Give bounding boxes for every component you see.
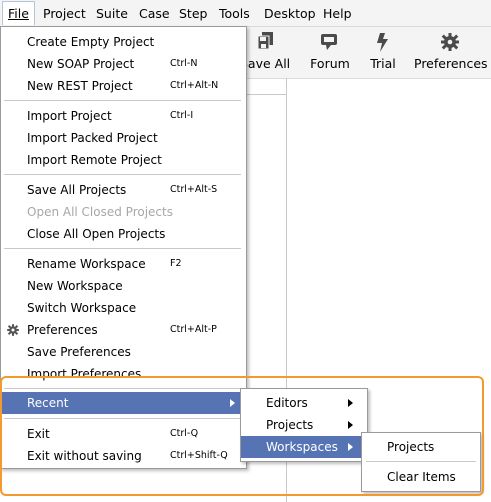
menu-separator <box>4 100 241 101</box>
menu-item-new-rest-project[interactable]: New REST Project Ctrl+Alt-N <box>1 75 245 97</box>
forum-button[interactable]: Forum <box>305 27 355 77</box>
save-all-label: Save All <box>240 56 291 71</box>
menu-project[interactable]: Project <box>43 6 86 21</box>
menu-item-shortcut: Ctrl+Alt-P <box>170 324 217 335</box>
menu-item-label: Import Project <box>27 109 112 123</box>
forum-icon <box>321 34 337 50</box>
menu-item-import-packed-project[interactable]: Import Packed Project <box>1 127 245 149</box>
menu-item-label: Switch Workspace <box>27 301 137 315</box>
menu-suite[interactable]: Suite <box>96 6 128 21</box>
menu-item-preferences[interactable]: Preferences Ctrl+Alt-P <box>1 319 245 341</box>
menu-case[interactable]: Case <box>139 6 170 21</box>
menu-item-label: Import Packed Project <box>27 131 158 145</box>
menu-file[interactable]: File <box>2 1 35 25</box>
menu-item-shortcut: Ctrl+Alt-N <box>170 80 219 91</box>
save-all-button[interactable]: Save All <box>240 27 290 77</box>
menu-tools[interactable]: Tools <box>219 6 250 21</box>
menu-bar: File Project Suite Case Step Tools Deskt… <box>0 0 491 27</box>
pane-header-line <box>245 94 286 95</box>
menu-item-new-workspace[interactable]: New Workspace <box>1 275 245 297</box>
menu-item-label: New Workspace <box>27 279 123 293</box>
menu-item-save-all-projects[interactable]: Save All Projects Ctrl+Alt-S <box>1 179 245 201</box>
trial-label: Trial <box>370 56 396 71</box>
menu-item-label: Import Remote Project <box>27 153 162 167</box>
menu-item-label: Close All Open Projects <box>27 227 166 241</box>
preferences-label: Preferences <box>414 56 488 71</box>
menu-item-create-empty-project[interactable]: Create Empty Project <box>1 31 245 53</box>
menu-item-import-remote-project[interactable]: Import Remote Project <box>1 149 245 171</box>
menu-item-label: New SOAP Project <box>27 57 135 71</box>
save-all-icon <box>257 32 273 50</box>
menu-item-label: Open All Closed Projects <box>27 205 173 219</box>
menu-item-label: Preferences <box>27 323 98 337</box>
menu-item-label: Rename Workspace <box>27 257 146 271</box>
menu-item-rename-workspace[interactable]: Rename Workspace F2 <box>1 253 245 275</box>
menu-file-label: File <box>8 6 29 21</box>
preferences-button[interactable]: Preferences <box>414 27 488 77</box>
menu-separator <box>4 248 241 249</box>
menu-help[interactable]: Help <box>323 6 352 21</box>
gear-icon <box>441 33 459 51</box>
menu-item-switch-workspace[interactable]: Switch Workspace <box>1 297 245 319</box>
menu-item-close-all-open-projects[interactable]: Close All Open Projects <box>1 223 245 245</box>
trial-icon <box>377 33 388 52</box>
menu-item-label: New REST Project <box>27 79 133 93</box>
forum-label: Forum <box>310 56 350 71</box>
menu-item-label: Create Empty Project <box>27 35 155 49</box>
menu-item-shortcut: F2 <box>170 258 182 269</box>
menu-item-import-project[interactable]: Import Project Ctrl-I <box>1 105 245 127</box>
menu-item-open-all-closed-projects: Open All Closed Projects <box>1 201 245 223</box>
menu-item-new-soap-project[interactable]: New SOAP Project Ctrl-N <box>1 53 245 75</box>
menu-item-label: Save Preferences <box>27 345 131 359</box>
menu-item-label: Save All Projects <box>27 183 127 197</box>
trial-button[interactable]: Trial <box>361 27 405 77</box>
gear-icon <box>7 324 19 336</box>
menu-item-save-preferences[interactable]: Save Preferences <box>1 341 245 363</box>
menu-item-shortcut: Ctrl+Alt-S <box>170 184 218 195</box>
menu-item-shortcut: Ctrl-I <box>170 110 194 121</box>
menu-desktop[interactable]: Desktop <box>264 6 316 21</box>
menu-separator <box>4 174 241 175</box>
highlight-box <box>0 376 484 496</box>
menu-step[interactable]: Step <box>179 6 207 21</box>
menu-item-shortcut: Ctrl-N <box>170 58 198 69</box>
